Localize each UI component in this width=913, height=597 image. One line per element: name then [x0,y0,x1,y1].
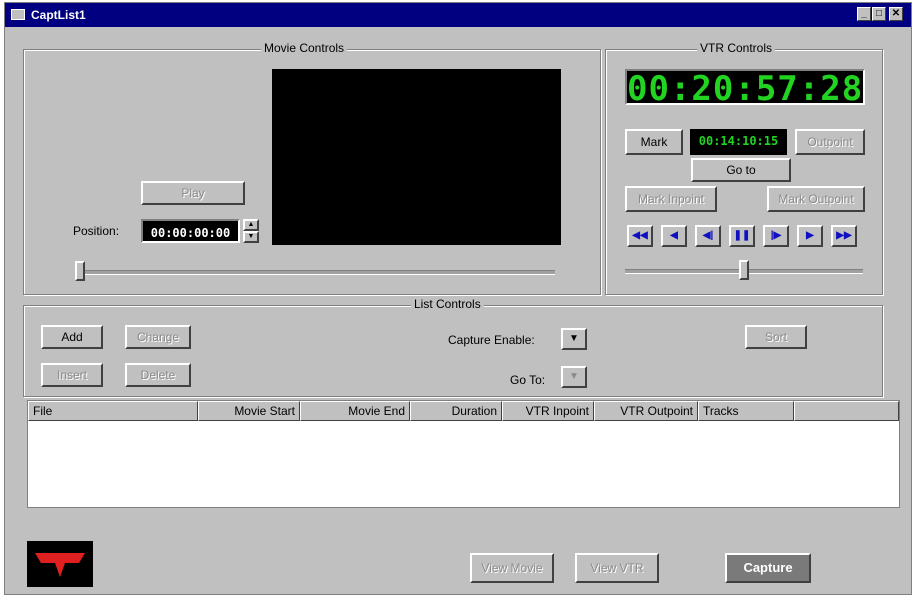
step-forward-icon: |▶ [770,230,782,241]
capture-enable-dropdown[interactable]: ▼ [561,328,587,350]
delete-button[interactable]: Delete [125,363,191,387]
view-movie-button[interactable]: View Movie [470,553,554,583]
capture-button[interactable]: Capture [725,553,811,583]
window-menu-icon[interactable] [11,9,25,20]
play-reverse-icon: ◀ [670,230,678,241]
chevron-down-icon: ▼ [569,333,579,344]
column-duration[interactable]: Duration [410,401,502,421]
mark-outpoint-button[interactable]: Mark Outpoint [767,186,865,212]
change-button[interactable]: Change [125,325,191,349]
minimize-button[interactable]: _ [857,7,871,21]
pause-button[interactable]: ❚❚ [729,225,755,247]
column-file[interactable]: File [28,401,198,421]
column-movie-start[interactable]: Movie Start [198,401,300,421]
view-vtr-button[interactable]: View VTR [575,553,659,583]
play-button[interactable]: Play [141,181,245,205]
outpoint-button[interactable]: Outpoint [795,129,865,155]
play-reverse-button[interactable]: ◀ [661,225,687,247]
list-controls-label: List Controls [411,297,484,311]
position-spin-up[interactable]: ▲ [243,219,259,231]
column-vtr-outpoint[interactable]: VTR Outpoint [594,401,698,421]
app-window: CaptList1 _ □ ✕ Movie Controls Play Posi… [4,2,912,595]
pause-icon: ❚❚ [733,230,751,241]
insert-button[interactable]: Insert [41,363,103,387]
fast-forward-icon: ▶▶ [836,230,852,241]
movie-scrubber-track[interactable] [75,270,555,275]
mark-inpoint-button[interactable]: Mark Inpoint [625,186,717,212]
column-filler [794,401,899,421]
close-button[interactable]: ✕ [889,7,903,21]
vtr-timecode-display: 00:20:57:28 [625,69,865,109]
vtr-goto-button[interactable]: Go to [691,158,791,182]
column-movie-end[interactable]: Movie End [300,401,410,421]
goto-dropdown[interactable]: ▼ [561,366,587,388]
mark-button[interactable]: Mark [625,129,683,155]
company-logo [27,541,93,587]
column-tracks[interactable]: Tracks [698,401,794,421]
position-field[interactable]: 00:00:00:00 [141,219,240,243]
step-back-icon: ◀| [702,230,714,241]
play-button[interactable]: ▶ [797,225,823,247]
goto-label: Go To: [510,373,546,387]
maximize-button[interactable]: □ [872,7,886,21]
chevron-down-icon: ▼ [569,371,579,382]
step-back-button[interactable]: ◀| [695,225,721,247]
title-bar[interactable]: CaptList1 _ □ ✕ [5,3,911,27]
movie-controls-label: Movie Controls [261,41,348,55]
rewind-button[interactable]: ◀◀ [627,225,653,247]
vtr-controls-label: VTR Controls [697,41,776,55]
column-vtr-inpoint[interactable]: VTR Inpoint [502,401,594,421]
step-forward-button[interactable]: |▶ [763,225,789,247]
play-icon: ▶ [806,230,814,241]
add-button[interactable]: Add [41,325,103,349]
rewind-icon: ◀◀ [632,230,648,241]
capture-enable-label: Capture Enable: [448,333,535,347]
capture-list[interactable]: File Movie Start Movie End Duration VTR … [27,400,900,508]
position-label: Position: [73,224,120,238]
window-title: CaptList1 [31,8,86,22]
vtr-inpoint-display: 00:14:10:15 [690,129,787,155]
movie-preview [272,69,561,245]
list-header: File Movie Start Movie End Duration VTR … [28,401,899,421]
movie-scrubber-thumb[interactable] [75,261,85,281]
sort-button[interactable]: Sort [745,325,807,349]
fast-forward-button[interactable]: ▶▶ [831,225,857,247]
position-spin-down[interactable]: ▼ [243,231,259,243]
vtr-shuttle-thumb[interactable] [739,260,749,280]
